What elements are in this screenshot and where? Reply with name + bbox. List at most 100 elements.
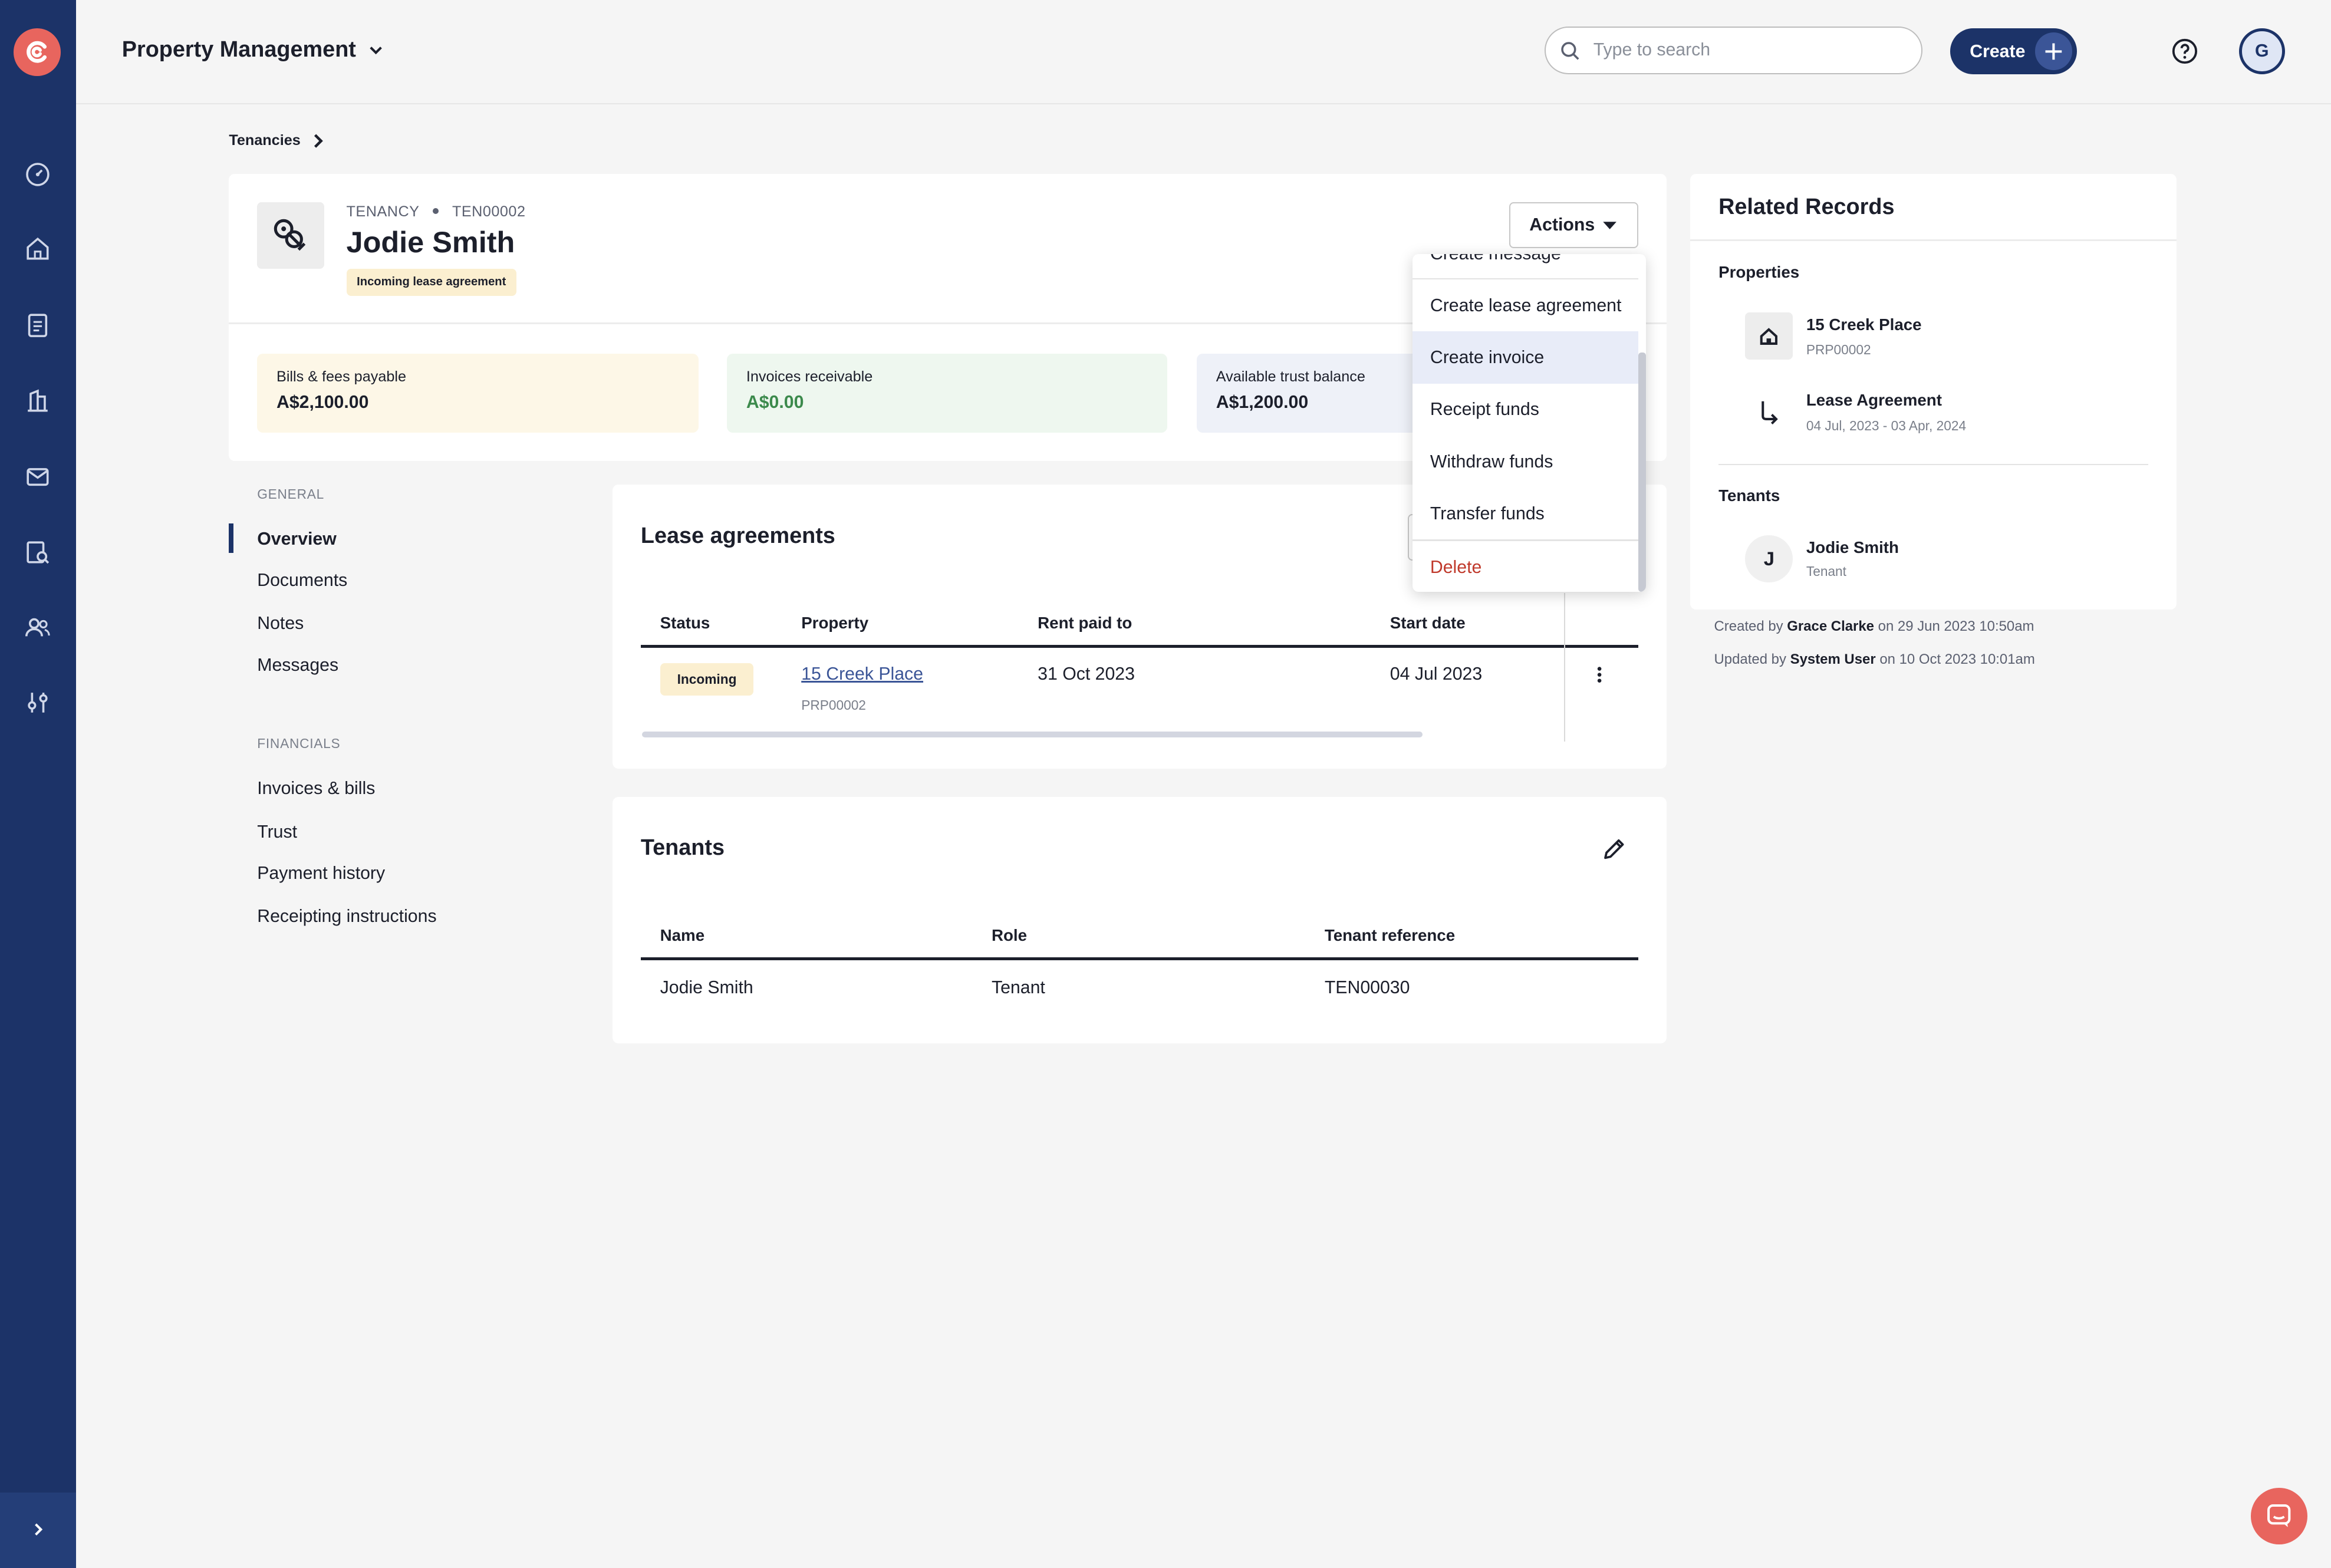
- tenants-section-label: Tenants: [1718, 486, 1780, 505]
- search-input[interactable]: [1593, 37, 1906, 64]
- report-search-icon[interactable]: [24, 538, 52, 566]
- horizontal-scrollbar[interactable]: [642, 731, 1423, 737]
- menu-item-transfer-funds[interactable]: Transfer funds: [1413, 487, 1638, 539]
- side-nav-payment-history[interactable]: Payment history: [257, 864, 385, 884]
- breadcrumb-tenancies[interactable]: Tenancies: [229, 132, 300, 149]
- chat-icon: [2267, 1504, 2291, 1528]
- column-header-tenant-reference[interactable]: Tenant reference: [1325, 926, 1455, 945]
- left-nav-rail: [0, 0, 76, 1568]
- clipboard-icon[interactable]: [24, 311, 52, 339]
- created-by-text: Created by Grace Clarke on 29 Jun 2023 1…: [1714, 618, 2034, 635]
- column-header-status[interactable]: Status: [660, 614, 710, 633]
- actions-button[interactable]: Actions: [1509, 202, 1638, 249]
- column-header-start-date[interactable]: Start date: [1390, 614, 1466, 633]
- related-property-name[interactable]: 15 Creek Place: [1806, 315, 1922, 334]
- divider: [1690, 239, 2177, 241]
- search-icon: [1561, 42, 1579, 60]
- financials-section-label: FINANCIALS: [257, 736, 341, 752]
- menu-item-create-invoice[interactable]: Create invoice: [1412, 331, 1638, 384]
- created-by-user: Grace Clarke: [1787, 618, 1874, 635]
- column-header-rent-paid-to[interactable]: Rent paid to: [1038, 614, 1132, 633]
- side-nav-notes[interactable]: Notes: [257, 614, 304, 634]
- related-lease-name[interactable]: Lease Agreement: [1806, 391, 1942, 410]
- app-switcher-title[interactable]: Property Management: [122, 37, 356, 62]
- tile-value: A$2,100.00: [276, 392, 369, 412]
- side-nav-trust[interactable]: Trust: [257, 822, 297, 842]
- column-header-role[interactable]: Role: [992, 926, 1027, 945]
- rent-paid-to-value: 31 Oct 2023: [1038, 664, 1135, 684]
- chevron-down-icon[interactable]: [368, 43, 383, 58]
- tenant-name-cell: Jodie Smith: [660, 978, 753, 998]
- side-nav-invoices-bills[interactable]: Invoices & bills: [257, 779, 375, 799]
- dashboard-icon[interactable]: [24, 160, 52, 189]
- create-button-label: Create: [1970, 41, 2026, 61]
- create-button[interactable]: Create: [1950, 28, 2077, 75]
- actions-menu: Create message Create lease agreement Cr…: [1412, 254, 1646, 592]
- people-icon[interactable]: [24, 614, 52, 642]
- tile-label: Bills & fees payable: [276, 368, 406, 386]
- settings-sliders-icon[interactable]: [24, 689, 52, 717]
- tenants-card: Tenants Name Role Tenant reference Jodie…: [612, 796, 1667, 1044]
- menu-item-delete[interactable]: Delete: [1413, 541, 1638, 592]
- tenancy-keys-icon: [257, 202, 324, 269]
- column-header-name[interactable]: Name: [660, 926, 705, 945]
- property-link[interactable]: 15 Creek Place: [801, 664, 923, 684]
- help-icon[interactable]: [2171, 37, 2199, 65]
- arrow-return-icon: [1745, 388, 1793, 436]
- tile-label: Available trust balance: [1216, 368, 1365, 386]
- properties-section-label: Properties: [1718, 263, 1800, 282]
- tenant-avatar: J: [1745, 535, 1793, 583]
- tenancy-reference: TEN00002: [452, 203, 526, 220]
- mail-icon[interactable]: [24, 462, 52, 490]
- search-box[interactable]: [1545, 27, 1922, 75]
- house-icon: [1745, 312, 1793, 360]
- updated-by-text: Updated by System User on 10 Oct 2023 10…: [1714, 651, 2035, 667]
- top-bar: Property Management Create G: [75, 0, 2331, 104]
- expand-nav-button[interactable]: [0, 1492, 76, 1568]
- related-tenant-name[interactable]: Jodie Smith: [1806, 538, 1899, 557]
- chat-support-button[interactable]: [2250, 1488, 2307, 1545]
- table-header-rule: [640, 645, 1638, 648]
- table-header-rule: [640, 957, 1638, 960]
- menu-item-create-lease-agreement[interactable]: Create lease agreement: [1413, 279, 1638, 331]
- menu-scrollbar[interactable]: [1638, 352, 1646, 592]
- updated-by-user: System User: [1790, 651, 1876, 667]
- tenant-reference-cell: TEN00030: [1324, 978, 1410, 998]
- menu-item-receipt-funds[interactable]: Receipt funds: [1413, 384, 1638, 436]
- more-vertical-icon[interactable]: [1593, 664, 1605, 685]
- chevron-right-icon: [35, 1523, 43, 1536]
- actions-button-label: Actions: [1529, 215, 1595, 235]
- user-avatar[interactable]: G: [2238, 28, 2285, 75]
- side-nav-messages[interactable]: Messages: [257, 655, 338, 676]
- invoices-receivable-tile[interactable]: Invoices receivable A$0.00: [727, 354, 1167, 433]
- related-tenant-role: Tenant: [1806, 563, 1846, 579]
- start-date-value: 04 Jul 2023: [1390, 664, 1483, 684]
- building-icon[interactable]: [24, 387, 52, 415]
- side-nav-documents[interactable]: Documents: [257, 571, 347, 591]
- bills-fees-payable-tile[interactable]: Bills & fees payable A$2,100.00: [257, 354, 699, 433]
- app-logo[interactable]: [13, 28, 61, 76]
- active-indicator: [229, 523, 233, 554]
- property-reference: PRP00002: [801, 697, 866, 713]
- related-records-title: Related Records: [1718, 195, 1895, 220]
- page-title: Jodie Smith: [346, 225, 515, 259]
- menu-item-create-message[interactable]: Create message: [1413, 254, 1638, 279]
- side-nav-overview[interactable]: Overview: [257, 529, 337, 549]
- divider: [1718, 463, 2148, 466]
- status-badge: Incoming lease agreement: [346, 269, 516, 296]
- column-divider: [1563, 593, 1566, 742]
- tenancy-meta: TENANCY TEN00002: [347, 203, 526, 220]
- tile-label: Invoices receivable: [746, 368, 873, 386]
- side-nav-receipting-instructions[interactable]: Receipting instructions: [257, 907, 436, 927]
- tenant-role-cell: Tenant: [991, 978, 1045, 998]
- menu-item-withdraw-funds[interactable]: Withdraw funds: [1413, 436, 1638, 487]
- plus-icon: [2035, 32, 2073, 70]
- column-header-property[interactable]: Property: [801, 614, 868, 633]
- tile-value: A$0.00: [746, 392, 804, 412]
- lease-status-badge: Incoming: [660, 663, 754, 696]
- pencil-icon[interactable]: [1602, 837, 1626, 861]
- general-section-label: GENERAL: [257, 486, 324, 502]
- tenants-title: Tenants: [640, 835, 725, 861]
- caret-down-icon: [1603, 222, 1616, 230]
- home-icon[interactable]: [24, 235, 52, 263]
